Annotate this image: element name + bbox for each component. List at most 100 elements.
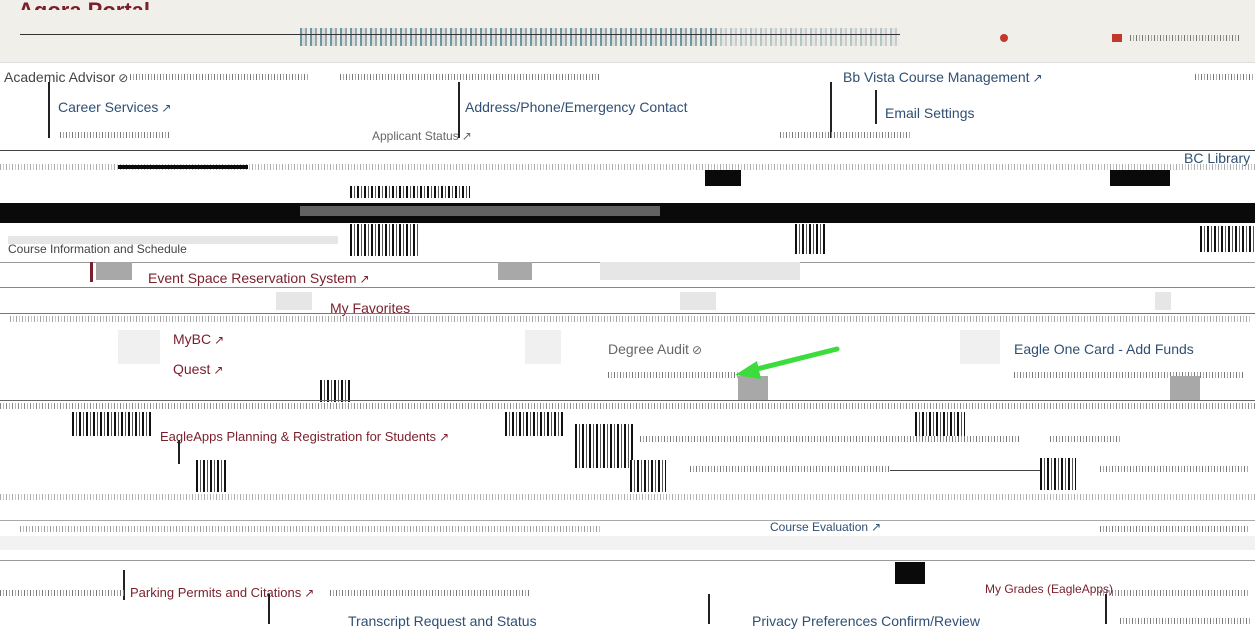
glitch-block [795,224,825,254]
glitch-block [1170,376,1200,400]
unavailable-icon: ⊘ [691,343,703,357]
glitch-noise [0,403,1255,409]
glitch-noise [10,316,1250,322]
glitch-noise [20,526,600,532]
link-transcript-request[interactable]: Transcript Request and Status [348,612,537,630]
header-noise [300,28,720,46]
glitch-block [915,412,965,436]
glitch-noise [1100,466,1250,472]
glitch-block [320,380,352,402]
glitch-noise [608,372,738,378]
header-noise [720,28,900,46]
glitch-noise [1195,74,1255,80]
link-academic-advisor[interactable]: Academic Advisor ⊘ [4,68,128,87]
glitch-rule [0,313,1255,314]
glitch-noise [340,74,600,80]
link-course-evaluation[interactable]: Course Evaluation ↗ [770,518,881,536]
glitch-noise [780,132,910,138]
glitch-block [1040,458,1076,490]
link-course-information[interactable]: Course Information and Schedule [8,240,187,258]
external-link-icon: ↗ [439,430,450,444]
glitch-line [875,90,877,124]
glitch-block [118,165,248,169]
glitch-block [960,330,1000,364]
glitch-line [268,594,270,624]
glitch-line [1105,594,1107,624]
glitch-block [1200,226,1255,252]
glitch-block [705,170,741,186]
glitch-block [72,412,152,436]
glitch-rule [0,287,1255,288]
glitch-block [680,292,716,310]
glitch-noise [1100,526,1250,532]
glitch-line [48,82,50,138]
glitch-noise [330,590,530,596]
glitch-noise [1120,618,1250,624]
external-link-icon: ↗ [461,129,472,143]
glitch-block [276,292,312,310]
glitch-line [830,82,832,138]
glitch-block [505,412,565,436]
glitch-rule [0,150,1255,151]
unavailable-icon: ⊘ [118,71,129,85]
external-link-icon: ↗ [304,586,315,600]
link-applicant-status[interactable]: Applicant Status ↗ [372,127,472,145]
link-privacy-preferences[interactable]: Privacy Preferences Confirm/Review [752,612,980,630]
glitch-block [575,424,635,468]
header-status-dot [1000,34,1008,42]
external-link-icon: ↗ [213,363,224,377]
glitch-block [350,186,470,198]
glitch-noise [0,494,1255,500]
glitch-block [118,330,160,364]
portal-brand[interactable]: Agora Portal [18,2,150,10]
link-eagleapps-planning[interactable]: EagleApps Planning & Registration for St… [160,428,449,446]
glitch-block [895,562,925,584]
glitch-noise [130,74,310,80]
link-bb-vista[interactable]: Bb Vista Course Management ↗ [843,68,1043,87]
link-degree-audit[interactable]: Degree Audit ⊘ [608,340,702,359]
glitch-noise [640,436,1020,442]
link-quest[interactable]: Quest ↗ [173,360,223,379]
link-event-space-reservation[interactable]: Event Space Reservation System ↗ [148,269,370,288]
link-mybc[interactable]: MyBC ↗ [173,330,224,349]
glitch-noise [1100,590,1250,596]
annotation-arrow-icon [735,346,840,379]
link-my-favorites[interactable]: My Favorites [330,299,410,317]
glitch-block [525,330,561,364]
external-link-icon: ↗ [359,272,370,286]
glitch-line [178,440,180,464]
glitch-noise [1014,372,1244,378]
glitch-block [1110,170,1170,186]
glitch-rule [0,400,1255,401]
link-my-grades[interactable]: My Grades (EagleApps) [985,580,1113,598]
external-link-icon: ↗ [214,333,225,347]
link-eagle-one-card[interactable]: Eagle One Card - Add Funds [1014,340,1194,358]
glitch-block [1155,292,1171,310]
header-noise [1130,35,1240,41]
link-career-services[interactable]: Career Services ↗ [58,98,171,117]
glitch-noise [0,590,126,596]
header-rule [20,34,900,35]
glitch-band [0,536,1255,550]
link-email-settings[interactable]: Email Settings [885,104,974,122]
glitch-band [300,206,660,216]
link-address-phone-emergency[interactable]: Address/Phone/Emergency Contact [465,98,688,116]
glitch-block [600,262,800,280]
external-link-icon: ↗ [1032,71,1043,85]
glitch-noise [690,466,890,472]
portal-header: Agora Portal [0,0,1255,63]
glitch-noise [60,132,170,138]
glitch-line [708,594,710,624]
glitch-rule [0,520,1255,521]
glitch-block [96,262,132,280]
glitch-noise [1050,436,1120,442]
glitch-block [90,262,93,282]
glitch-block [196,460,226,492]
glitch-block [498,262,532,280]
external-link-icon: ↗ [871,520,882,534]
header-status-bar [1112,34,1122,42]
link-parking-permits[interactable]: Parking Permits and Citations ↗ [130,584,314,602]
glitch-rule [0,560,1255,561]
glitch-block [630,460,666,492]
glitch-block [350,224,420,256]
